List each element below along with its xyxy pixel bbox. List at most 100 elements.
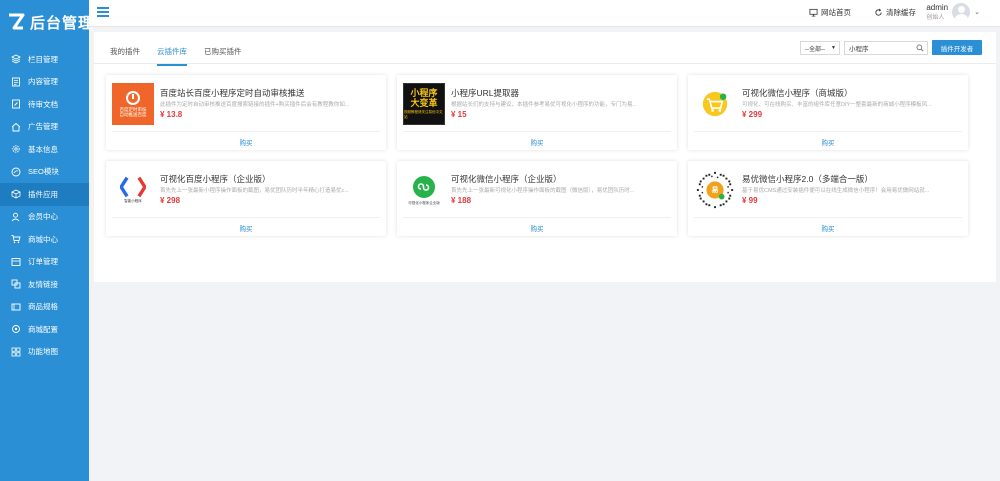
logo-text: 后台管理: [30, 14, 95, 32]
grid-icon: [10, 346, 22, 358]
search-icon[interactable]: [916, 44, 924, 52]
refresh-icon: [875, 8, 882, 16]
menu-toggle-icon[interactable]: [97, 7, 109, 17]
logo-icon: [6, 12, 26, 32]
plugin-thumbnail[interactable]: 易: [694, 169, 736, 211]
user-role: 创始人: [926, 15, 945, 21]
clock-icon: [126, 90, 140, 105]
order-icon: [10, 256, 22, 268]
document-icon: [10, 76, 22, 88]
baidu-smart-app-icon: [120, 176, 146, 198]
sidebar-item-label: 商城中心: [28, 234, 58, 244]
sidebar-item-pending[interactable]: 待审文档: [0, 93, 89, 116]
sidebar-item-ads[interactable]: 广告管理: [0, 116, 89, 139]
sidebar-item-members[interactable]: 会员中心: [0, 206, 89, 229]
plugin-title[interactable]: 百度站长百度小程序定时自动审核推送: [160, 87, 305, 99]
wechat-miniprogram-icon: [413, 175, 435, 198]
monitor-icon: [809, 8, 818, 17]
plugin-price: ¥ 99: [742, 196, 758, 205]
sidebar-item-links[interactable]: 友情链接: [0, 273, 89, 296]
sidebar-item-label: 商品规格: [28, 302, 58, 312]
logo[interactable]: 后台管理: [0, 0, 93, 44]
sidebar-item-label: SEO模块: [28, 167, 59, 177]
caret-down-icon: ▼: [831, 45, 836, 51]
plugin-card: 易 易优微信小程序2.0（多端合一版） 基于易优CMS通过安装插件便可以在线生成…: [688, 161, 968, 236]
clear-cache-label: 清除缓存: [886, 8, 916, 17]
plugin-description: 首先先上一张最新可视化小程序操作面板的截图（微信版），易优团队历时...: [451, 188, 635, 194]
chevron-down-icon[interactable]: ⌄: [974, 8, 980, 16]
sidebar-item-label: 会员中心: [28, 212, 58, 222]
globe-icon: [10, 166, 22, 178]
avatar[interactable]: [952, 3, 971, 21]
sidebar-item-label: 商城配置: [28, 324, 58, 334]
sidebar-item-feature-map[interactable]: 功能地图: [0, 341, 89, 364]
plugin-thumbnail[interactable]: 百度定时审核 自动推送百度: [112, 83, 154, 125]
cube-icon: [10, 188, 22, 200]
plugin-price: ¥ 299: [742, 110, 763, 119]
sidebar-item-mall-config[interactable]: 商城配置: [0, 318, 89, 341]
user-icon: [10, 211, 22, 223]
plugin-title[interactable]: 小程序URL提取器: [451, 87, 519, 99]
sidebar-item-columns[interactable]: 栏目管理: [0, 48, 89, 71]
edit-doc-icon: [10, 98, 22, 110]
clear-cache-button[interactable]: 清除缓存: [874, 7, 916, 18]
category-select[interactable]: --全部-- ▼: [800, 41, 840, 55]
plugin-thumbnail[interactable]: 小程序 大变革 视频教程请关注易优中文站: [403, 83, 445, 125]
plugin-thumbnail[interactable]: 可视化小程序企业版: [403, 169, 445, 211]
sidebar-item-label: 基本信息: [28, 144, 58, 154]
sidebar-nav: 栏目管理 内容管理 待审文档 广告管理 基本信息 SEO模块 插件应用 会员中心…: [0, 48, 89, 363]
buy-button[interactable]: 购买: [688, 137, 968, 147]
badge-text: 易: [711, 187, 719, 194]
buy-button[interactable]: 购买: [397, 137, 677, 147]
plugin-card: 百度定时审核 自动推送百度 百度站长百度小程序定时自动审核推送 此插件为定时自动…: [106, 75, 386, 150]
sidebar-item-specs[interactable]: 商品规格: [0, 296, 89, 319]
settings-icon: [10, 323, 22, 335]
plugin-description: 基于易优CMS通过安装插件便可以在线生成微信小程序！会用易优做网站就...: [742, 188, 930, 194]
username: admin: [926, 3, 949, 12]
plugin-price: ¥ 298: [160, 196, 181, 205]
sidebar-item-content[interactable]: 内容管理: [0, 71, 89, 94]
sidebar-item-label: 广告管理: [28, 122, 58, 132]
top-bar: 网站首页 清除缓存 admin 创始人 ⌄: [89, 0, 1000, 27]
buy-button[interactable]: 购买: [688, 223, 968, 233]
sidebar-item-orders[interactable]: 订单管理: [0, 251, 89, 274]
link-icon: [10, 278, 22, 290]
sidebar: 后台管理 栏目管理 内容管理 待审文档 广告管理 基本信息 SEO模块 插件应用…: [0, 0, 93, 481]
plugin-description: 此插件为定时自动审核推送百度搜索链接的插件+购买插件后会有教程教你如...: [160, 102, 350, 108]
sidebar-item-label: 待审文档: [28, 99, 58, 109]
plugin-card: 智能小程序 可视化百度小程序（企业版） 首先先上一张最新小程序操作面板的截图，易…: [106, 161, 386, 236]
search-box: [844, 41, 928, 55]
gear-icon: [10, 143, 22, 155]
plugin-price: ¥ 13.8: [160, 110, 183, 119]
plugin-description: 可视化、可在线购买、丰富的组件库任意DIY一整套最新的商城小程序模板风...: [742, 102, 932, 108]
plugin-card: 小程序 大变革 视频教程请关注易优中文站 小程序URL提取器 根据站长们的支持与…: [397, 75, 677, 150]
site-home-button[interactable]: 网站首页: [809, 7, 851, 18]
sidebar-item-mall[interactable]: 商城中心: [0, 228, 89, 251]
plugin-price: ¥ 188: [451, 196, 472, 205]
plugin-thumbnail[interactable]: [694, 83, 736, 125]
plugin-title[interactable]: 可视化百度小程序（企业版）: [160, 173, 271, 185]
buy-button[interactable]: 购买: [106, 223, 386, 233]
plugin-developer-button[interactable]: 插件开发者: [932, 40, 982, 55]
sidebar-item-label: 友情链接: [28, 279, 58, 289]
tab-divider: [94, 63, 996, 64]
plugin-description: 首先先上一张最新小程序操作面板的截图，易优团队历时半年精心打造易优c...: [160, 188, 349, 194]
plugin-price: ¥ 15: [451, 110, 467, 119]
sidebar-item-basic-info[interactable]: 基本信息: [0, 138, 89, 161]
buy-button[interactable]: 购买: [106, 137, 386, 147]
sidebar-item-seo[interactable]: SEO模块: [0, 161, 89, 184]
sidebar-item-label: 订单管理: [28, 257, 58, 267]
plugin-title[interactable]: 易优微信小程序2.0（多端合一版）: [742, 173, 873, 185]
plugin-thumbnail[interactable]: 智能小程序: [112, 169, 154, 211]
plugin-panel: 我的插件 云插件库 已购买插件 --全部-- ▼ 插件开发者 百度定时审核 自动…: [94, 32, 996, 282]
plugin-title[interactable]: 可视化微信小程序（企业版）: [451, 173, 562, 185]
user-menu[interactable]: admin 创始人 ⌄: [926, 3, 980, 21]
category-select-value: --全部--: [805, 46, 825, 53]
sidebar-item-plugins[interactable]: 插件应用: [0, 183, 89, 206]
buy-button[interactable]: 购买: [397, 223, 677, 233]
sidebar-item-label: 内容管理: [28, 77, 58, 87]
plugin-title[interactable]: 可视化微信小程序（商城版）: [742, 87, 853, 99]
sidebar-item-label: 插件应用: [28, 189, 58, 199]
plugin-card: 可视化微信小程序（商城版） 可视化、可在线购买、丰富的组件库任意DIY一整套最新…: [688, 75, 968, 150]
search-input[interactable]: [845, 42, 913, 54]
